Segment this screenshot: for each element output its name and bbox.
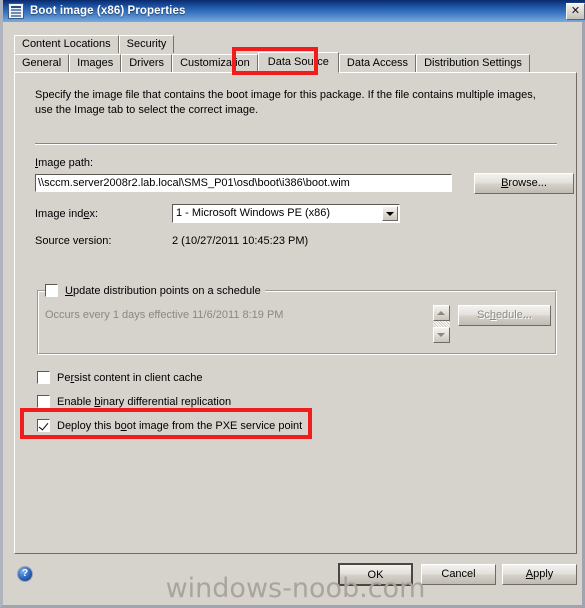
properties-document-icon bbox=[8, 3, 24, 19]
deploy-pxe-checkbox[interactable]: Deploy this boot image from the PXE serv… bbox=[37, 419, 302, 432]
schedule-occurrence-text: Occurs every 1 days effective 11/6/2011 … bbox=[45, 309, 284, 321]
tab-drivers[interactable]: Drivers bbox=[121, 54, 173, 72]
image-path-label: Image path: bbox=[35, 157, 94, 169]
checkbox-box bbox=[37, 395, 50, 408]
browse-button-rest: rowse... bbox=[508, 177, 547, 189]
image-index-combobox[interactable]: 1 - Microsoft Windows PE (x86) bbox=[172, 204, 400, 223]
tab-general[interactable]: General bbox=[14, 54, 70, 72]
properties-dialog-window: Boot image (x86) Properties ✕ Content Lo… bbox=[0, 0, 585, 608]
tab-strip: Content Locations Security General Image… bbox=[14, 34, 577, 73]
checkbox-box bbox=[37, 371, 50, 384]
tab-data-source[interactable]: Data Source bbox=[257, 52, 339, 73]
source-version-label: Source version: bbox=[35, 235, 112, 247]
persist-content-label: Persist content in client cache bbox=[57, 371, 203, 384]
help-icon[interactable]: ? bbox=[17, 566, 33, 582]
window-title: Boot image (x86) Properties bbox=[30, 5, 186, 17]
tab-images[interactable]: Images bbox=[69, 54, 122, 72]
apply-button-rest: pply bbox=[533, 568, 554, 580]
horizontal-separator bbox=[35, 143, 557, 145]
image-path-input[interactable]: \\sccm.server2008r2.lab.local\SMS_P01\os… bbox=[35, 174, 452, 192]
tab-row-lower: General Images Drivers Customization Dat… bbox=[14, 52, 577, 73]
schedule-button[interactable]: Schedule... bbox=[458, 305, 551, 326]
persist-content-checkbox[interactable]: Persist content in client cache bbox=[37, 371, 203, 384]
tab-security[interactable]: Security bbox=[118, 35, 175, 53]
watermark-text: windows-noob.com bbox=[165, 573, 426, 604]
ok-button[interactable]: OK bbox=[338, 563, 413, 586]
update-distribution-points-checkbox[interactable]: Update distribution points on a schedule bbox=[45, 283, 265, 298]
data-source-tab-panel: Specify the image file that contains the… bbox=[14, 72, 577, 554]
title-bar[interactable]: Boot image (x86) Properties ✕ bbox=[3, 0, 585, 22]
image-index-label: Image index: bbox=[35, 208, 98, 220]
apply-button[interactable]: Apply bbox=[502, 564, 577, 585]
binary-differential-replication-label: Enable binary differential replication bbox=[57, 395, 232, 408]
image-path-label-rest: mage path: bbox=[38, 157, 94, 169]
checkbox-box bbox=[45, 284, 58, 297]
checkbox-box-checked bbox=[37, 419, 50, 432]
schedule-button-rest: edule... bbox=[495, 309, 533, 321]
spinner-up-arrow-icon[interactable] bbox=[433, 305, 450, 321]
update-distribution-points-label: Update distribution points on a schedule bbox=[65, 284, 261, 297]
binary-differential-replication-checkbox[interactable]: Enable binary differential replication bbox=[37, 395, 231, 408]
tab-customization[interactable]: Customization bbox=[172, 54, 258, 72]
tab-content-locations[interactable]: Content Locations bbox=[14, 35, 119, 53]
image-index-label-rest: x: bbox=[89, 208, 98, 220]
tab-data-access[interactable]: Data Access bbox=[338, 54, 417, 72]
spinner-down-arrow-icon[interactable] bbox=[433, 327, 450, 343]
tab-row-upper: Content Locations Security bbox=[14, 34, 577, 53]
image-index-value: 1 - Microsoft Windows PE (x86) bbox=[176, 207, 331, 219]
chevron-down-icon[interactable] bbox=[382, 206, 398, 221]
cancel-button[interactable]: Cancel bbox=[421, 564, 496, 585]
source-version-value: 2 (10/27/2011 10:45:23 PM) bbox=[172, 235, 309, 247]
panel-description: Specify the image file that contains the… bbox=[35, 89, 536, 116]
browse-button[interactable]: Browse... bbox=[474, 173, 574, 194]
schedule-spinner[interactable] bbox=[433, 305, 450, 343]
update-schedule-groupbox: Update distribution points on a schedule… bbox=[37, 283, 557, 355]
deploy-pxe-label: Deploy this boot image from the PXE serv… bbox=[57, 419, 303, 432]
close-icon[interactable]: ✕ bbox=[566, 2, 585, 20]
tab-distribution-settings[interactable]: Distribution Settings bbox=[416, 54, 530, 72]
